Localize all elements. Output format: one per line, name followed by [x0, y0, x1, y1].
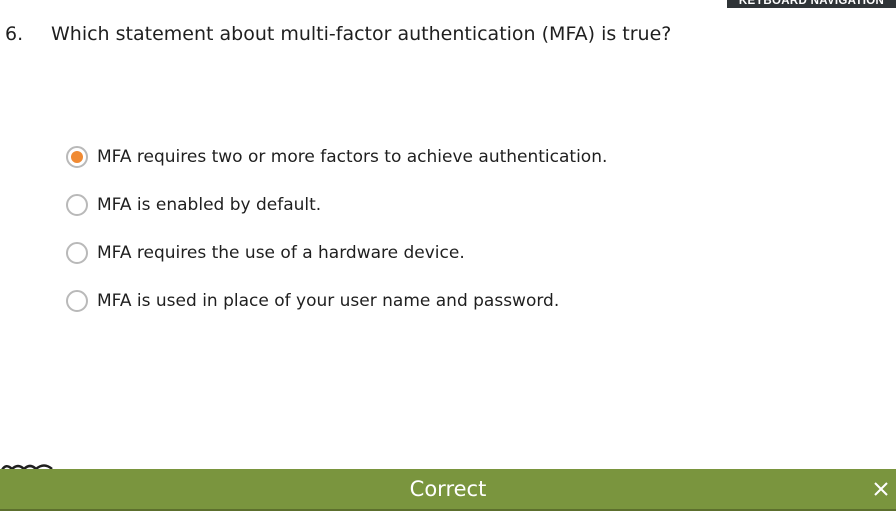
answer-option-label: MFA is used in place of your user name a… [97, 291, 560, 311]
answer-option-4[interactable]: MFA is used in place of your user name a… [66, 286, 559, 316]
answer-option-label: MFA requires the use of a hardware devic… [97, 243, 465, 263]
answer-option-label: MFA is enabled by default. [97, 195, 322, 215]
answer-option-3[interactable]: MFA requires the use of a hardware devic… [66, 238, 465, 268]
radio-button-selected[interactable] [66, 146, 88, 168]
answer-option-2[interactable]: MFA is enabled by default. [66, 190, 321, 220]
answer-option-label: MFA requires two or more factors to achi… [97, 147, 608, 167]
answer-option-1[interactable]: MFA requires two or more factors to achi… [66, 142, 607, 172]
question-text: Which statement about multi-factor authe… [51, 23, 672, 45]
result-banner: Correct [0, 469, 896, 511]
close-icon[interactable] [870, 477, 892, 501]
radio-button[interactable] [66, 242, 88, 264]
result-status-text: Correct [409, 477, 487, 501]
radio-button[interactable] [66, 194, 88, 216]
question-number: 6. [5, 23, 24, 45]
radio-button[interactable] [66, 290, 88, 312]
keyboard-navigation-button[interactable]: KEYBOARD NAVIGATION [727, 0, 896, 8]
